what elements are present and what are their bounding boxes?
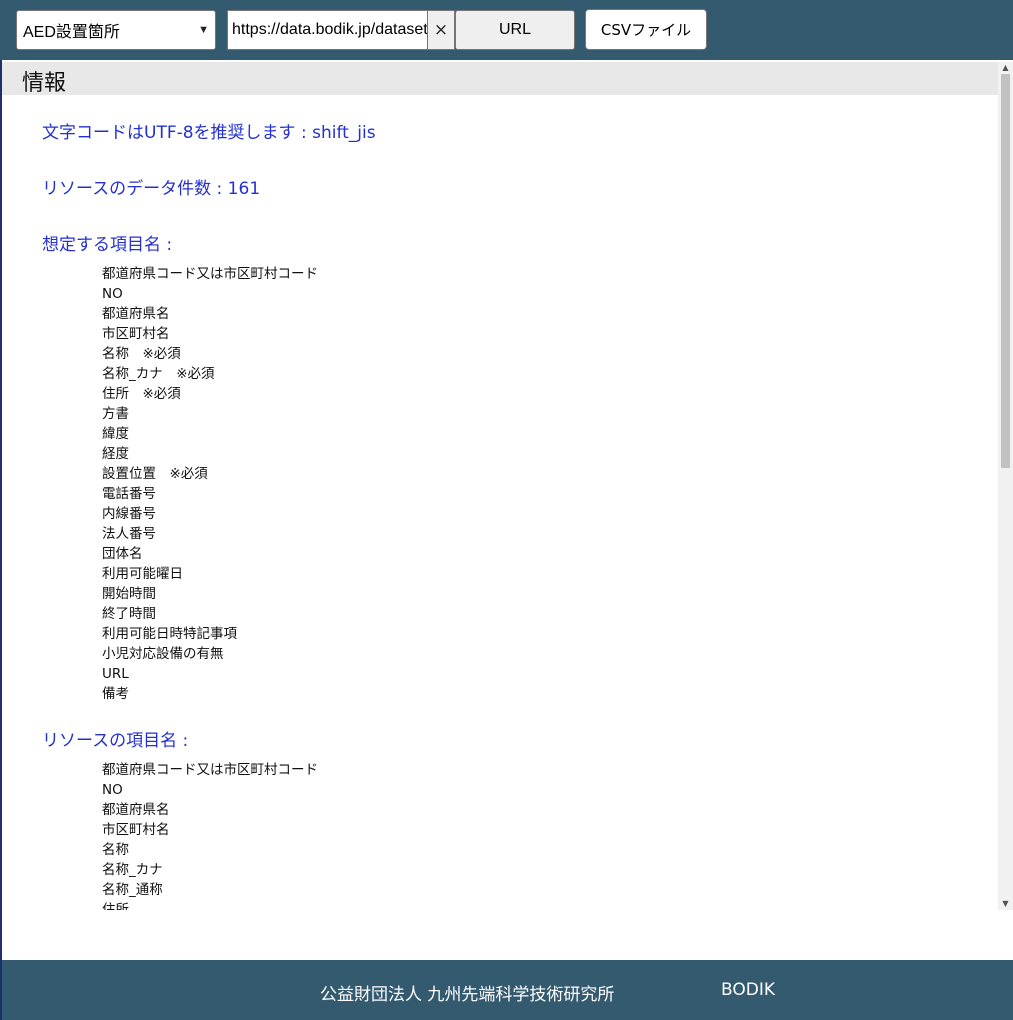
list-item: 終了時間	[102, 606, 156, 622]
list-item: 内線番号	[102, 506, 156, 522]
info-header: 情報	[2, 62, 998, 96]
list-item: URL	[102, 666, 129, 682]
list-item: 名称	[102, 842, 129, 858]
list-item: 市区町村名	[102, 822, 170, 838]
url-input[interactable]: https://data.bodik.jp/dataset	[227, 10, 427, 50]
dataset-select-value: AED設置箇所	[23, 24, 120, 41]
list-item: 名称_カナ ※必須	[102, 366, 215, 382]
url-button[interactable]: URL	[455, 10, 575, 50]
list-item: 都道府県コード又は市区町村コード	[102, 762, 318, 778]
list-item: 設置位置 ※必須	[102, 466, 208, 482]
info-panel: 情報 文字コードはUTF-8を推奨します : shift_jis リソースのデー…	[2, 62, 998, 910]
list-item: 団体名	[102, 546, 143, 562]
list-item: 緯度	[102, 426, 129, 442]
list-item: NO	[102, 286, 123, 302]
top-toolbar: AED設置箇所 ▼ https://data.bodik.jp/dataset …	[0, 0, 1013, 60]
resource-fields-list: 都道府県コード又は市区町村コード NO 都道府県名 市区町村名 名称 名称_カナ…	[102, 760, 318, 910]
list-item: 開始時間	[102, 586, 156, 602]
encoding-line: 文字コードはUTF-8を推奨します : shift_jis	[42, 123, 376, 143]
list-item: 都道府県名	[102, 306, 170, 322]
list-item: 利用可能曜日	[102, 566, 183, 582]
list-item: NO	[102, 782, 123, 798]
csv-file-button[interactable]: CSVファイル	[585, 9, 707, 50]
clear-url-button[interactable]: ×	[427, 10, 455, 50]
expected-fields-list: 都道府県コード又は市区町村コード NO 都道府県名 市区町村名 名称 ※必須 名…	[102, 264, 318, 704]
list-item: 法人番号	[102, 526, 156, 542]
list-item: 市区町村名	[102, 326, 170, 342]
list-item: 名称 ※必須	[102, 346, 181, 362]
chevron-down-icon: ▼	[198, 24, 209, 36]
scrollbar-thumb[interactable]	[1001, 74, 1010, 468]
dataset-select[interactable]: AED設置箇所 ▼	[16, 10, 216, 50]
footer: 公益財団法人 九州先端科学技術研究所 BODIK	[0, 960, 1013, 1020]
expected-fields-heading: 想定する項目名 :	[42, 235, 173, 255]
list-item: 方書	[102, 406, 129, 422]
list-item: 都道府県名	[102, 802, 170, 818]
list-item: 電話番号	[102, 486, 156, 502]
list-item: 住所 ※必須	[102, 386, 181, 402]
info-title: 情報	[22, 71, 67, 96]
list-item: 小児対応設備の有無	[102, 646, 224, 662]
scroll-up-arrow-icon[interactable]: ▲	[998, 62, 1013, 74]
list-item: 名称_カナ	[102, 862, 163, 878]
list-item: 経度	[102, 446, 129, 462]
footer-bodik-label: BODIK	[721, 980, 775, 1000]
footer-org-name: 公益財団法人 九州先端科学技術研究所	[320, 985, 615, 1005]
list-item: 都道府県コード又は市区町村コード	[102, 266, 318, 282]
count-line: リソースのデータ件数 : 161	[42, 179, 261, 199]
vertical-scrollbar[interactable]: ▲ ▼	[998, 62, 1013, 910]
list-item: 名称_通称	[102, 882, 163, 898]
list-item: 利用可能日時特記事項	[102, 626, 237, 642]
list-item: 住所	[102, 902, 129, 910]
resource-fields-heading: リソースの項目名 :	[42, 731, 189, 751]
list-item: 備考	[102, 686, 129, 702]
scroll-down-arrow-icon[interactable]: ▼	[998, 898, 1013, 910]
